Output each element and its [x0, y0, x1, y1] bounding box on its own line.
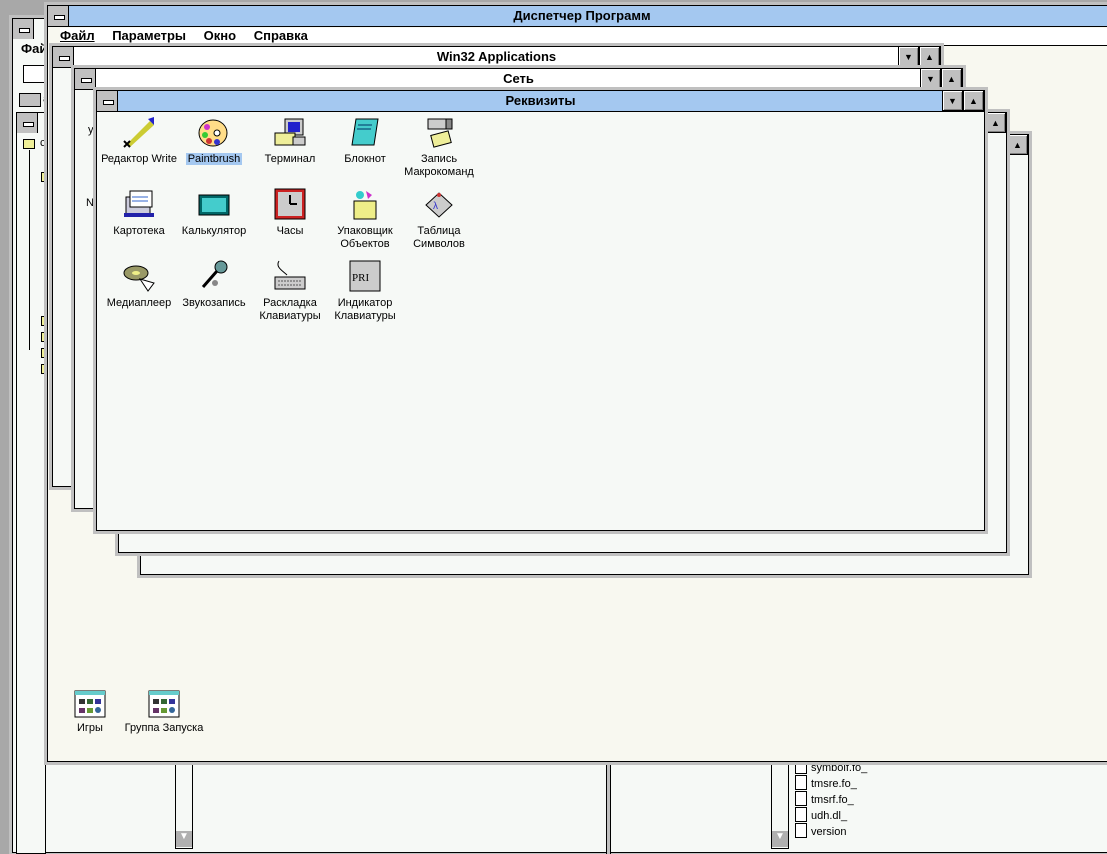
- file-item[interactable]: version: [795, 823, 846, 839]
- tree-pane[interactable]: [16, 112, 46, 854]
- pri-icon: PRI: [349, 260, 381, 292]
- keyboard-icon: [274, 260, 306, 290]
- program-item[interactable]: Калькулятор: [174, 187, 254, 238]
- program-manager-title[interactable]: Диспетчер Программ: [48, 6, 1107, 27]
- program-item[interactable]: PRI Индикатор Клавиатуры: [325, 259, 405, 323]
- network-item-partial[interactable]: N: [86, 197, 94, 209]
- program-item[interactable]: Картотека: [99, 187, 179, 238]
- drive-icon[interactable]: [19, 93, 41, 107]
- program-item-label: Редактор Write: [101, 153, 177, 165]
- program-item-label: Индикатор Клавиатуры: [334, 297, 396, 322]
- program-item-label: Картотека: [113, 225, 165, 237]
- program-item-label: Терминал: [264, 153, 316, 165]
- menu-window[interactable]: Окно: [204, 28, 236, 43]
- cardfile-icon: [124, 190, 154, 217]
- program-item[interactable]: Запись Макрокоманд: [399, 115, 479, 179]
- program-item[interactable]: λ Таблица Символов: [399, 187, 479, 251]
- calculator-icon: [198, 194, 230, 216]
- window-title: Win32 Applications: [436, 49, 557, 64]
- svg-text:PRI: PRI: [352, 272, 369, 284]
- mediaplayer-icon: [123, 265, 155, 292]
- minimize-button[interactable]: ▼: [942, 91, 963, 111]
- recorder-icon: [427, 118, 453, 148]
- maximize-button[interactable]: ▲: [1007, 135, 1028, 155]
- network-item-partial[interactable]: y: [88, 124, 94, 136]
- program-group-icon: [148, 690, 180, 718]
- menu-bar: Файл Параметры Окно Справка: [60, 28, 1107, 46]
- maximize-button[interactable]: ▲: [941, 69, 962, 89]
- group-startup[interactable]: Группа Запуска: [119, 690, 209, 735]
- program-item[interactable]: Терминал: [250, 115, 330, 166]
- system-menu-button[interactable]: [48, 6, 69, 26]
- window-title: Диспетчер Программ: [513, 8, 651, 23]
- minimize-button[interactable]: ▼: [898, 47, 919, 67]
- menu-help[interactable]: Справка: [254, 28, 308, 43]
- terminal-icon: [274, 118, 306, 146]
- program-item[interactable]: Раскладка Клавиатуры: [250, 259, 330, 323]
- group-games[interactable]: Игры: [50, 690, 130, 735]
- program-item[interactable]: Звукозапись: [174, 259, 254, 310]
- file-item[interactable]: udh.dl_: [795, 807, 847, 823]
- program-item[interactable]: Редактор Write: [99, 115, 179, 166]
- program-item[interactable]: Упаковщик Объектов: [325, 187, 405, 251]
- system-menu-button[interactable]: [13, 19, 34, 39]
- packager-icon: [353, 191, 377, 220]
- program-item[interactable]: Paintbrush: [174, 115, 254, 166]
- minimize-button[interactable]: ▼: [920, 69, 941, 89]
- program-item[interactable]: Медиаплеер: [99, 259, 179, 310]
- program-item[interactable]: Часы: [250, 187, 330, 238]
- program-item-label: Часы: [276, 225, 304, 237]
- svg-text:λ: λ: [433, 201, 438, 212]
- menu-options[interactable]: Параметры: [112, 28, 186, 43]
- program-item-label: Калькулятор: [181, 225, 247, 237]
- system-menu-button[interactable]: [75, 69, 96, 89]
- group-label: Группа Запуска: [124, 722, 204, 734]
- system-menu-button[interactable]: [97, 91, 118, 111]
- accessories-window[interactable]: Реквизиты ▼ ▲ Редактор Write Paintbrush Те…: [93, 87, 988, 534]
- program-item-label: Блокнот: [344, 153, 386, 165]
- program-item-label: Медиаплеер: [106, 297, 172, 309]
- program-item[interactable]: Блокнот: [325, 115, 405, 166]
- maximize-button[interactable]: ▲: [985, 113, 1006, 133]
- program-item-label: Paintbrush: [185, 153, 243, 165]
- folder-icon: [23, 139, 35, 149]
- program-item-label: Упаковщик Объектов: [337, 225, 393, 250]
- charmap-icon: λ: [425, 192, 453, 218]
- toolbar-button[interactable]: [23, 65, 47, 83]
- tree-system-button[interactable]: [17, 113, 38, 133]
- window-title: Сеть: [503, 71, 534, 86]
- soundrecorder-icon: [201, 260, 228, 288]
- scroll-down-button[interactable]: ▼: [772, 831, 788, 847]
- menu-file[interactable]: Файл: [60, 28, 95, 43]
- notepad-icon: [351, 118, 379, 146]
- group-label: Игры: [77, 722, 103, 734]
- write-icon: [123, 117, 154, 148]
- file-item[interactable]: tmsre.fo_: [795, 775, 857, 791]
- program-item-label: Звукозапись: [182, 297, 246, 309]
- paintbrush-icon: [198, 119, 228, 147]
- scroll-down-button[interactable]: ▼: [176, 831, 192, 847]
- program-item-label: Раскладка Клавиатуры: [259, 297, 321, 322]
- window-title: Реквизиты: [505, 93, 576, 108]
- maximize-button[interactable]: ▲: [919, 47, 940, 67]
- file-manager-menu[interactable]: Фай: [21, 41, 47, 56]
- program-group-icon: [74, 690, 106, 718]
- program-item-label: Запись Макрокоманд: [404, 153, 474, 178]
- system-menu-button[interactable]: [53, 47, 74, 67]
- file-item[interactable]: tmsrf.fo_: [795, 791, 854, 807]
- program-item-label: Таблица Символов: [413, 225, 465, 250]
- clock-icon: [274, 188, 306, 220]
- maximize-button[interactable]: ▲: [963, 91, 984, 111]
